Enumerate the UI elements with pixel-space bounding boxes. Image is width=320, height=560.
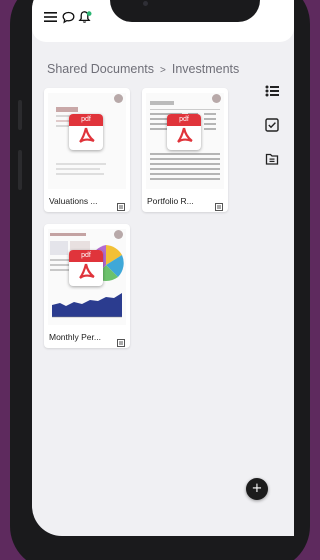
app-screen: Shared Documents > Investments pdf Valua… xyxy=(32,0,294,536)
file-name: Portfolio R... xyxy=(147,196,194,206)
bell-icon[interactable] xyxy=(77,10,93,24)
breadcrumb-root[interactable]: Shared Documents xyxy=(47,62,154,76)
list-view-icon[interactable] xyxy=(265,84,279,98)
status-dot xyxy=(114,94,123,103)
breadcrumb: Shared Documents > Investments xyxy=(47,62,239,76)
file-details-icon[interactable] xyxy=(117,198,125,211)
camera-notch xyxy=(110,0,260,22)
phone-side-button xyxy=(18,100,22,130)
breadcrumb-separator: > xyxy=(160,65,166,76)
folder-doc-icon[interactable] xyxy=(265,152,279,166)
add-button[interactable]: + xyxy=(246,478,268,500)
file-card-monthly-performance[interactable]: pdf Monthly Per... xyxy=(44,224,130,348)
camera-dot xyxy=(143,1,148,6)
file-name: Valuations ... xyxy=(49,196,98,206)
file-card-valuations[interactable]: pdf Valuations ... xyxy=(44,88,130,212)
status-dot xyxy=(212,94,221,103)
file-card-portfolio[interactable]: pdf Portfolio R... xyxy=(142,88,228,212)
file-details-icon[interactable] xyxy=(215,198,223,211)
file-name: Monthly Per... xyxy=(49,332,101,342)
hamburger-menu-icon[interactable] xyxy=(43,10,57,24)
speech-bubble-icon[interactable] xyxy=(61,10,75,24)
phone-frame: Shared Documents > Investments pdf Valua… xyxy=(10,0,310,560)
pdf-file-icon: pdf xyxy=(69,250,103,286)
pdf-file-icon: pdf xyxy=(69,114,103,150)
file-details-icon[interactable] xyxy=(117,334,125,347)
status-dot xyxy=(114,230,123,239)
pdf-file-icon: pdf xyxy=(167,114,201,150)
breadcrumb-current: Investments xyxy=(171,62,240,76)
phone-side-button xyxy=(18,150,22,190)
checkbox-icon[interactable] xyxy=(265,118,279,132)
